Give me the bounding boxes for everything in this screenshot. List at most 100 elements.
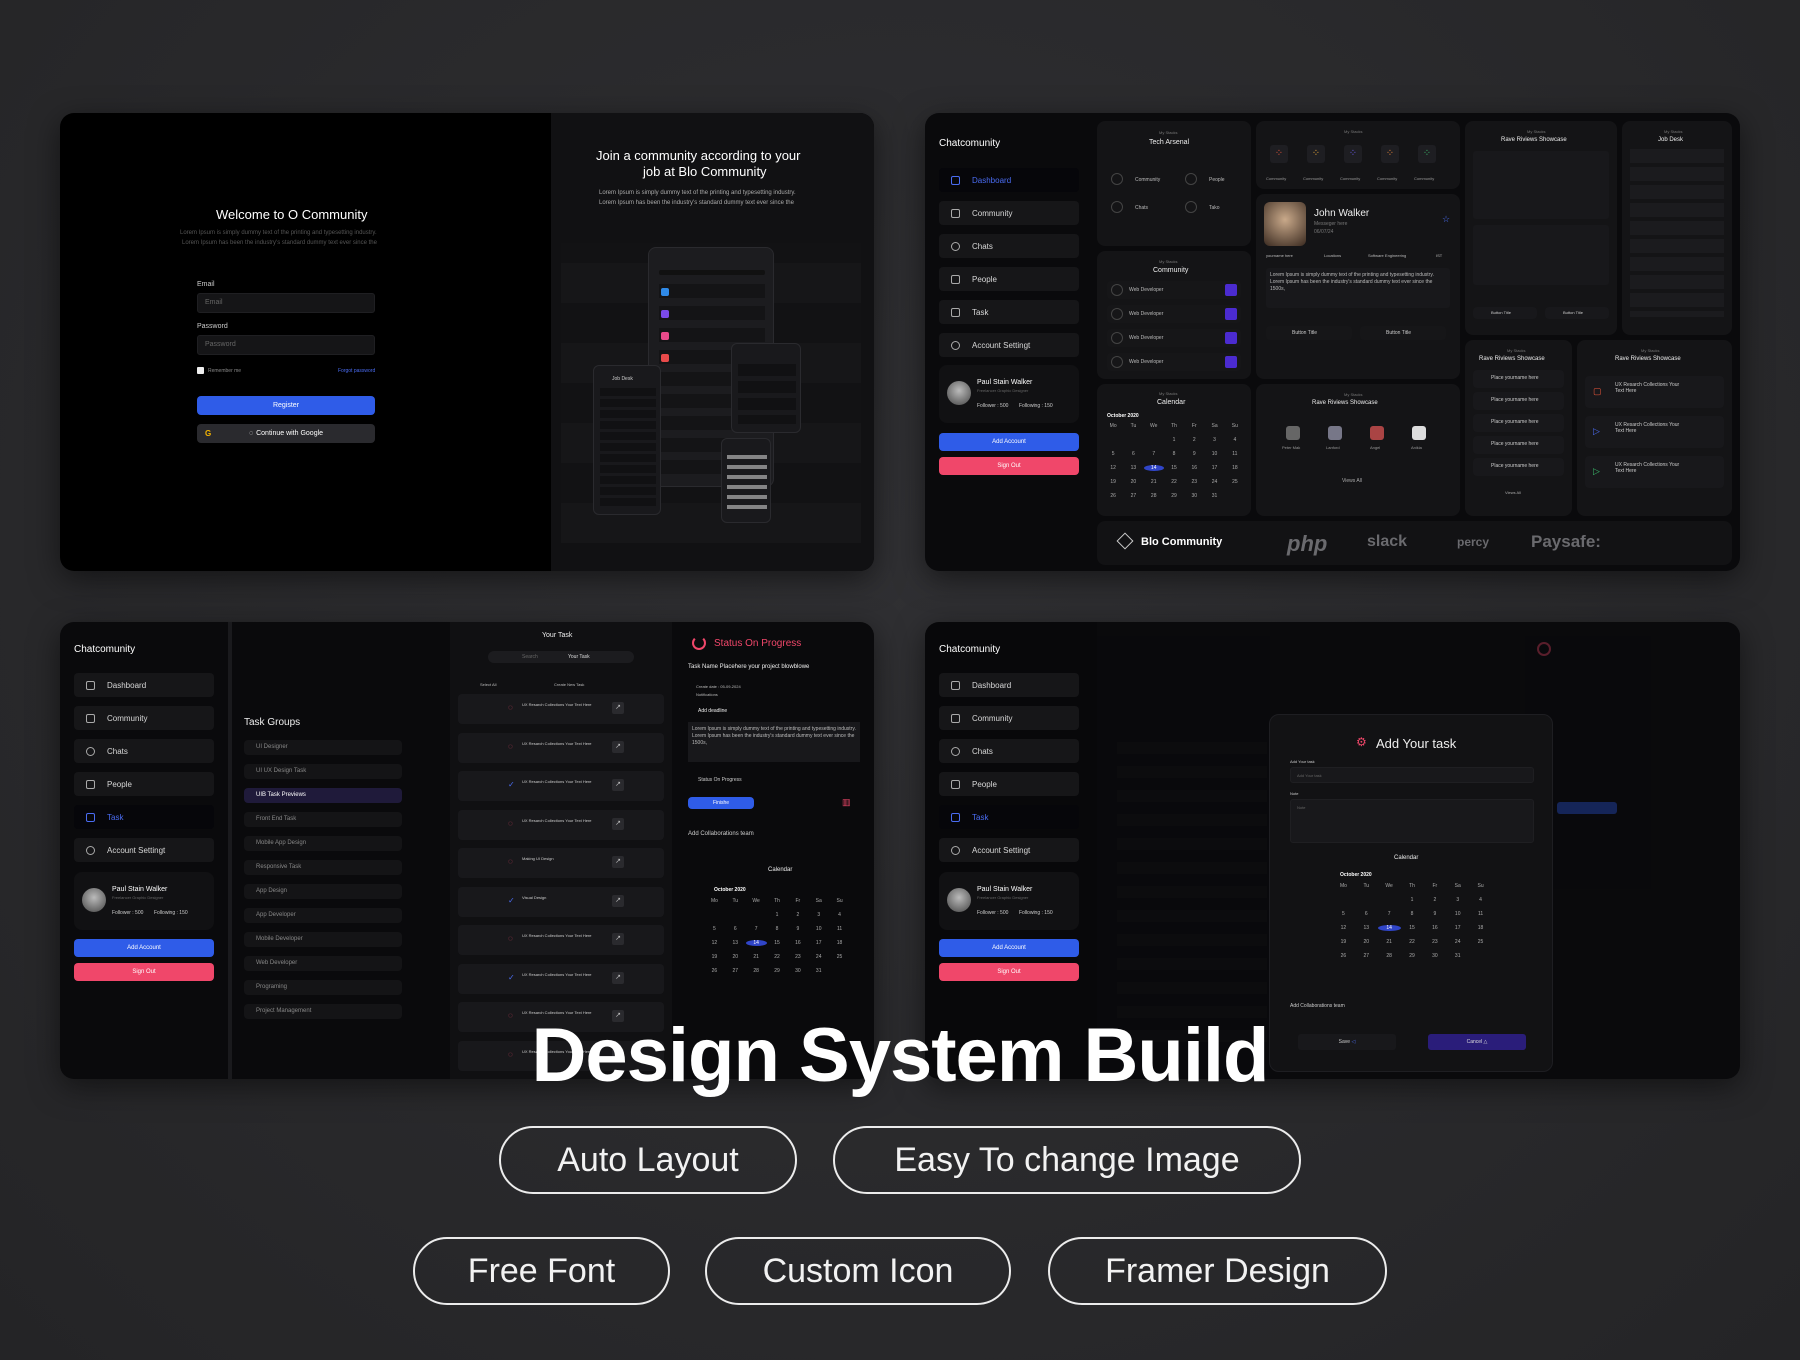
google-button[interactable]: G ◌ Continue with Google xyxy=(197,424,375,443)
portal-icon-4[interactable]: ⁘ xyxy=(1381,145,1399,163)
arrow-icon[interactable]: ↗ xyxy=(612,740,624,753)
add-account-button[interactable]: Add Account xyxy=(939,939,1079,957)
place-name-row[interactable]: Place yourname here xyxy=(1473,414,1564,432)
calendar-day[interactable]: 17 xyxy=(1204,465,1224,471)
calendar-day[interactable]: 25 xyxy=(829,954,850,960)
calendar-day[interactable]: 8 xyxy=(1401,911,1424,917)
task-group-item[interactable]: UIB Task Previews xyxy=(244,788,402,803)
calendar-day[interactable]: 1 xyxy=(767,912,788,918)
arrow-icon[interactable]: ↗ xyxy=(612,894,624,907)
button-title-2[interactable]: Button Title xyxy=(1545,307,1609,319)
task-item[interactable]: ✓ Visual Design ↗ xyxy=(458,886,664,917)
calendar-day[interactable]: 25 xyxy=(1469,939,1492,945)
calendar-day[interactable]: 2 xyxy=(1184,437,1204,443)
dash-nav-task[interactable]: Task xyxy=(939,300,1079,324)
addtask-nav-task[interactable]: Task xyxy=(939,805,1079,829)
calendar-day[interactable]: 29 xyxy=(767,968,788,974)
calendar-day[interactable]: 28 xyxy=(746,968,767,974)
calendar-day[interactable]: 1 xyxy=(1401,897,1424,903)
dash-nav-people[interactable]: People xyxy=(939,267,1079,291)
task-group-item[interactable]: Front End Task xyxy=(244,812,402,827)
calendar-day[interactable]: 27 xyxy=(1355,953,1378,959)
task-nav-people[interactable]: People xyxy=(74,772,214,796)
arrow-icon[interactable] xyxy=(1225,332,1237,344)
calendar-day[interactable]: 19 xyxy=(704,954,725,960)
password-input[interactable]: Password xyxy=(197,335,375,355)
add-task-input[interactable]: Add Your task xyxy=(1290,767,1534,783)
pill-auto-layout[interactable]: Auto Layout xyxy=(499,1126,797,1194)
portal-icon-2[interactable]: ⁘ xyxy=(1307,145,1325,163)
calendar-day[interactable]: 17 xyxy=(1446,925,1469,931)
sign-out-button[interactable]: Sign Out xyxy=(74,963,214,981)
calendar-day[interactable]: 9 xyxy=(787,926,808,932)
calendar-day[interactable]: 19 xyxy=(1103,479,1123,485)
webdev-row[interactable]: Web Developer xyxy=(1107,353,1241,371)
task-item[interactable]: ◌ Making UI Design ↗ xyxy=(458,848,664,878)
calendar-day[interactable]: 31 xyxy=(1204,493,1224,499)
calendar-day[interactable]: 7 xyxy=(1144,451,1164,457)
calendar-day[interactable]: 6 xyxy=(1355,911,1378,917)
calendar-day[interactable]: 24 xyxy=(808,954,829,960)
task-group-item[interactable]: App Design xyxy=(244,884,402,899)
calendar-day[interactable]: 21 xyxy=(1378,939,1401,945)
add-account-button[interactable]: Add Account xyxy=(74,939,214,957)
calendar-day[interactable]: 27 xyxy=(725,968,746,974)
place-name-row[interactable]: Place yourname here xyxy=(1473,436,1564,454)
calendar-day[interactable]: 7 xyxy=(1378,911,1401,917)
calendar-day[interactable]: 7 xyxy=(746,926,767,932)
calendar-day[interactable]: 19 xyxy=(1332,939,1355,945)
calendar-day[interactable]: 29 xyxy=(1164,493,1184,499)
task-nav-settings[interactable]: Account Settingt xyxy=(74,838,214,862)
calendar-day[interactable]: 3 xyxy=(1446,897,1469,903)
calendar-day[interactable]: 20 xyxy=(1355,939,1378,945)
email-input[interactable]: Email xyxy=(197,293,375,313)
calendar-day[interactable]: 26 xyxy=(704,968,725,974)
add-deadline[interactable]: Add deadline xyxy=(698,708,727,714)
modal-calendar-grid[interactable]: Mo Tu We Th Fr Sa Su 1 2 3 4 5 6 7 8 9 10 11 12 13 14 15 16 17 1… xyxy=(1332,883,1492,959)
arrow-icon[interactable]: ↗ xyxy=(612,817,624,830)
calendar-day[interactable]: 18 xyxy=(829,940,850,946)
calendar-day[interactable]: 28 xyxy=(1378,953,1401,959)
calendar-day[interactable]: 9 xyxy=(1184,451,1204,457)
task-nav-community[interactable]: Community xyxy=(74,706,214,730)
views-all-link[interactable]: Views All xyxy=(1342,478,1362,484)
calendar-day[interactable]: 3 xyxy=(808,912,829,918)
calendar-day[interactable]: 5 xyxy=(1103,451,1123,457)
calendar-day[interactable]: 5 xyxy=(1332,911,1355,917)
task-group-item[interactable]: Mobile Developer xyxy=(244,932,402,947)
create-new-task-button[interactable]: Create New Task xyxy=(554,682,584,687)
portal-icon-5[interactable]: ⁘ xyxy=(1418,145,1436,163)
calendar-day[interactable]: 16 xyxy=(1184,465,1204,471)
finish-button[interactable]: Finishe xyxy=(688,797,754,809)
pill-custom-icon[interactable]: Custom Icon xyxy=(705,1237,1011,1305)
calendar-day[interactable]: 26 xyxy=(1332,953,1355,959)
place-name-row[interactable]: Place yourname here xyxy=(1473,458,1564,476)
dash-calendar-grid[interactable]: Mo Tu We Th Fr Sa Su 1 2 3 4 5 6 7 8 9 10 11 12 13 14 15 16 17 1… xyxy=(1103,423,1245,499)
addtask-nav-settings[interactable]: Account Settingt xyxy=(939,838,1079,862)
forgot-link[interactable]: Forgot password xyxy=(338,368,375,374)
addtask-nav-dashboard[interactable]: Dashboard xyxy=(939,673,1079,697)
ux-research-row[interactable]: ▷ UX Resarch Collections Your Text Here xyxy=(1585,456,1724,488)
calendar-day[interactable]: 12 xyxy=(704,940,725,946)
calendar-day[interactable]: 4 xyxy=(1225,437,1245,443)
remember-checkbox[interactable] xyxy=(197,367,204,374)
calendar-day[interactable]: 23 xyxy=(787,954,808,960)
calendar-day[interactable]: 3 xyxy=(1204,437,1224,443)
task-group-item[interactable]: Programing xyxy=(244,980,402,995)
calendar-day[interactable]: 23 xyxy=(1184,479,1204,485)
arrow-icon[interactable]: ↗ xyxy=(612,702,624,714)
calendar-day[interactable]: 16 xyxy=(787,940,808,946)
task-search-input[interactable]: Search Your Task xyxy=(488,651,634,663)
calendar-day[interactable]: 5 xyxy=(704,926,725,932)
portal-icon-3[interactable]: ⁘ xyxy=(1344,145,1362,163)
webdev-row[interactable]: Web Developer xyxy=(1107,329,1241,347)
calendar-day[interactable]: 8 xyxy=(767,926,788,932)
calendar-day[interactable]: 1 xyxy=(1164,437,1184,443)
calendar-day[interactable]: 15 xyxy=(767,940,788,946)
task-item[interactable]: ◌ UX Resarch Collections Your Text Here ↗ xyxy=(458,809,664,840)
calendar-day[interactable]: 20 xyxy=(1123,479,1143,485)
place-name-row[interactable]: Place yourname here xyxy=(1473,392,1564,410)
dash-nav-community[interactable]: Community xyxy=(939,201,1079,225)
ux-research-row[interactable]: ▢ UX Resarch Collections Your Text Here xyxy=(1585,376,1724,408)
calendar-day[interactable]: 27 xyxy=(1123,493,1143,499)
